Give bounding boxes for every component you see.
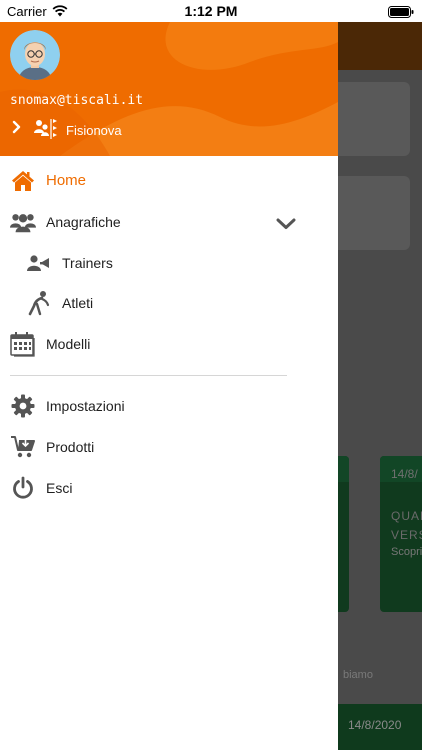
menu-label-products: Prodotti <box>46 439 95 455</box>
menu-item-trainers[interactable]: Trainers <box>0 245 338 281</box>
menu-label-athletes: Atleti <box>62 295 94 311</box>
background-snippet: biamo <box>343 669 373 681</box>
menu-label-registry: Anagrafiche <box>46 214 121 230</box>
calendar-icon <box>10 331 36 357</box>
team-structure-icon <box>33 118 59 145</box>
drawer-header: snomax@tiscali.it Fisionova <box>0 22 338 156</box>
menu-label-settings: Impostazioni <box>46 398 125 414</box>
athlete-stretching-icon <box>26 290 52 316</box>
menu-item-models[interactable]: Modelli <box>0 326 338 362</box>
center-name[interactable]: Fisionova <box>66 123 122 138</box>
menu-item-settings[interactable]: Impostazioni <box>0 388 338 424</box>
menu-label-home: Home <box>46 172 87 189</box>
menu-label-models: Modelli <box>46 336 91 352</box>
menu-item-registry[interactable]: Anagrafiche <box>0 204 338 240</box>
menu-item-logout[interactable]: Esci <box>0 470 338 506</box>
users-icon <box>10 209 36 235</box>
menu-label-logout: Esci <box>46 480 73 496</box>
navigation-drawer: snomax@tiscali.it Fisionova Home Anagraf… <box>0 0 338 750</box>
background-card-date: 14/8/ <box>391 467 418 481</box>
chevron-down-icon[interactable] <box>276 217 296 235</box>
clock: 1:12 PM <box>184 3 238 19</box>
background-card-text: QUAL <box>391 509 422 523</box>
background-bottom-date: 14/8/2020 <box>348 718 402 732</box>
power-icon <box>10 475 36 501</box>
menu-item-products[interactable]: Prodotti <box>0 429 338 465</box>
avatar[interactable] <box>10 30 60 80</box>
trainer-icon <box>26 250 52 276</box>
background-bottom-card: 14/8/2020 <box>338 704 422 750</box>
home-icon <box>10 168 36 194</box>
cart-add-icon <box>10 434 36 460</box>
status-bar: Carrier 1:12 PM <box>0 0 422 22</box>
menu-item-home[interactable]: Home <box>0 163 338 199</box>
chevron-right-icon[interactable] <box>12 120 22 139</box>
gear-icon <box>10 393 36 419</box>
background-card-text: VERS <box>391 528 422 542</box>
background-card-cta: Scopri <box>391 546 422 558</box>
menu-label-trainers: Trainers <box>62 255 113 271</box>
user-email: snomax@tiscali.it <box>10 93 144 108</box>
menu-item-athletes[interactable]: Atleti <box>0 285 338 321</box>
menu-divider <box>10 375 287 376</box>
battery-icon <box>388 5 414 23</box>
